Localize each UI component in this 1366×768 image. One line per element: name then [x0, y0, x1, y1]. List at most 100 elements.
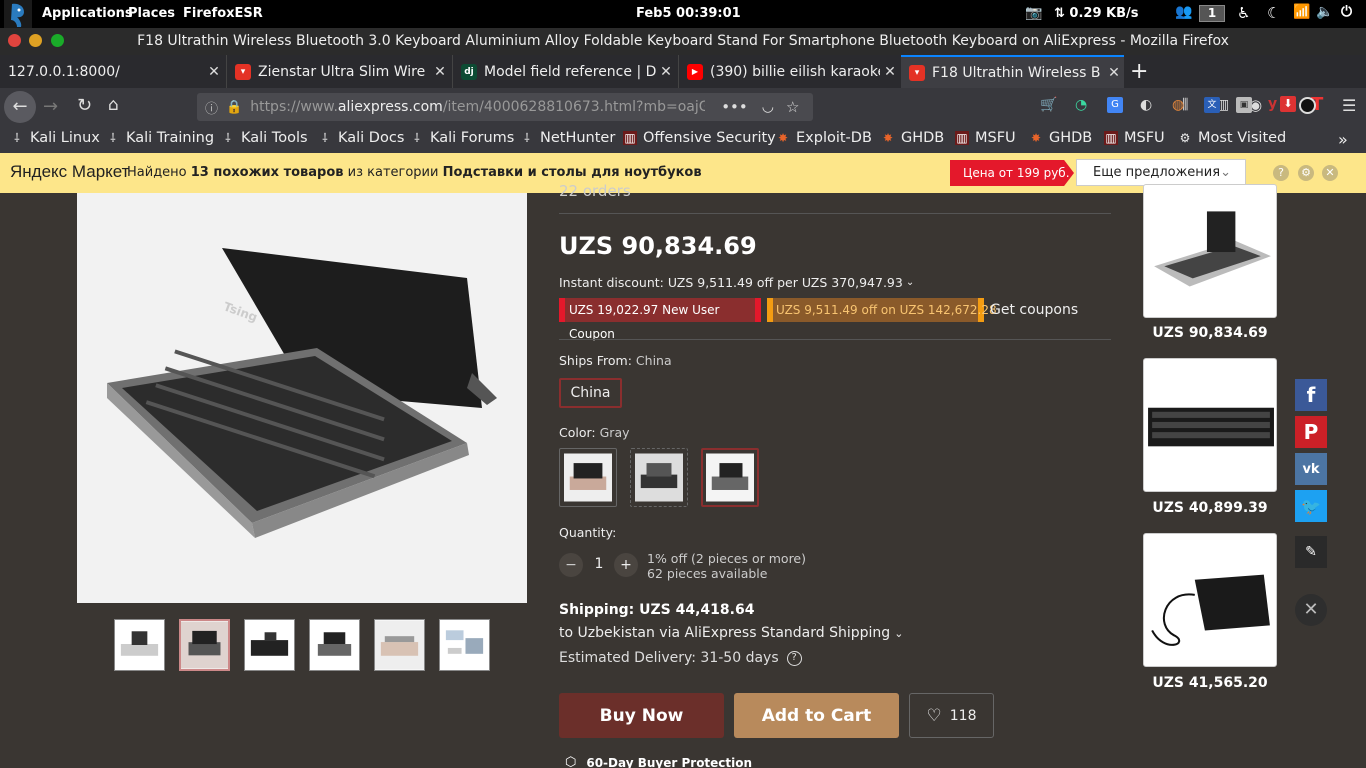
- page-actions-icon[interactable]: •••: [721, 98, 748, 116]
- translate-extension-icon[interactable]: G: [1107, 97, 1123, 113]
- product-thumbnail-5[interactable]: [374, 619, 425, 671]
- accessibility-icon[interactable]: ♿: [1237, 4, 1250, 22]
- product-thumbnail-4[interactable]: [309, 619, 360, 671]
- bookmark-star-icon[interactable]: ☆: [786, 98, 799, 116]
- bookmark-most-visited[interactable]: ⚙ Most Visited: [1178, 130, 1287, 146]
- related-product-1-image[interactable]: [1143, 184, 1277, 318]
- menu-icon[interactable]: ☰: [1342, 96, 1356, 115]
- maximize-window-button[interactable]: [51, 34, 64, 47]
- url-text[interactable]: https://www.aliexpress.com/item/40006288…: [250, 99, 705, 115]
- settings-icon[interactable]: ⚙: [1298, 165, 1314, 181]
- globe-extension-icon[interactable]: ◍: [1172, 97, 1184, 113]
- product-thumbnail-2[interactable]: [179, 619, 230, 671]
- power-icon[interactable]: ⏻: [1341, 4, 1352, 20]
- color-option-rose[interactable]: [559, 448, 617, 507]
- clock[interactable]: Feb5 00:39:01: [636, 6, 741, 21]
- twitter-icon[interactable]: 🐦: [1295, 490, 1327, 522]
- workspace-indicator[interactable]: 1: [1199, 5, 1225, 22]
- url-bar[interactable]: ⓘ 🔒 https://www.aliexpress.com/item/4000…: [197, 93, 813, 121]
- close-tab-icon[interactable]: ✕: [430, 64, 450, 80]
- bookmark-ghdb[interactable]: ✸ GHDB: [881, 130, 944, 146]
- more-offers-dropdown[interactable]: Еще предложения ⌄: [1076, 159, 1246, 186]
- cart-extension-icon[interactable]: 🛒: [1040, 97, 1057, 113]
- camera-icon[interactable]: 📷: [1025, 5, 1042, 21]
- close-tab-icon[interactable]: ✕: [1104, 65, 1124, 81]
- circle-extension-icon[interactable]: ◐: [1140, 97, 1152, 113]
- reload-button[interactable]: ↻: [77, 95, 92, 116]
- close-tab-icon[interactable]: ✕: [204, 64, 224, 80]
- new-user-coupon[interactable]: UZS 19,022.97 New User Coupon: [559, 298, 761, 341]
- tab-django-docs[interactable]: dj Model field reference | D ✕: [452, 55, 676, 88]
- wishlist-button[interactable]: ♡ 118: [909, 693, 994, 738]
- tab-aliexpress-active[interactable]: ▾ F18 Ultrathin Wireless B ✕: [901, 55, 1124, 88]
- add-to-cart-button[interactable]: Add to Cart: [734, 693, 899, 738]
- home-button[interactable]: ⌂: [108, 95, 119, 115]
- bookmarks-overflow-icon[interactable]: »: [1338, 130, 1348, 149]
- product-thumbnail-1[interactable]: [114, 619, 165, 671]
- applications-menu[interactable]: Applications: [42, 6, 133, 21]
- bookmark-kali-linux[interactable]: ⸸ Kali Linux: [10, 130, 100, 146]
- quantity-increase-button[interactable]: +: [614, 553, 638, 577]
- bookmark-kali-tools[interactable]: ⸸ Kali Tools: [221, 130, 307, 146]
- places-menu[interactable]: Places: [128, 6, 175, 21]
- buy-now-button[interactable]: Buy Now: [559, 693, 724, 738]
- bookmark-kali-forums[interactable]: ⸸ Kali Forums: [410, 130, 514, 146]
- quantity-input[interactable]: 1: [585, 556, 613, 572]
- close-tab-icon[interactable]: ✕: [656, 64, 676, 80]
- people-icon[interactable]: 👥: [1175, 4, 1192, 20]
- ships-from-option-china[interactable]: China: [559, 378, 622, 408]
- close-tab-icon[interactable]: ✕: [880, 64, 900, 80]
- firefox-menu[interactable]: FirefoxESR: [183, 6, 263, 21]
- bookmark-msfu-2[interactable]: ▥ MSFU: [1104, 130, 1165, 146]
- help-icon[interactable]: ?: [1273, 165, 1289, 181]
- product-thumbnail-6[interactable]: [439, 619, 490, 671]
- bookmark-offensive-security[interactable]: ▥ Offensive Security: [623, 130, 776, 146]
- product-thumbnail-3[interactable]: [244, 619, 295, 671]
- tab-youtube[interactable]: ▶ (390) billie eilish karaoke ✕: [678, 55, 900, 88]
- image-extension-icon[interactable]: ▣: [1236, 97, 1252, 113]
- instant-discount[interactable]: Instant discount: UZS 9,511.49 off per U…: [559, 275, 914, 290]
- lock-icon[interactable]: 🔒: [226, 100, 242, 115]
- help-icon[interactable]: ?: [786, 650, 802, 666]
- bookmark-nethunter[interactable]: ⸸ NetHunter: [520, 130, 615, 146]
- store-coupon[interactable]: UZS 9,511.49 off on UZS 142,672.28: [767, 298, 997, 322]
- bookmark-ghdb-2[interactable]: ✸ GHDB: [1029, 130, 1092, 146]
- yandex-extension-icon[interactable]: y: [1268, 96, 1277, 112]
- close-window-button[interactable]: [8, 34, 21, 47]
- minimize-window-button[interactable]: [29, 34, 42, 47]
- forward-button[interactable]: →: [43, 96, 58, 117]
- yandex-price-badge[interactable]: Цена от 199 руб.: [950, 160, 1074, 186]
- pocket-icon[interactable]: ◡: [762, 99, 774, 115]
- close-icon[interactable]: ✕: [1322, 165, 1338, 181]
- color-option-gray[interactable]: [701, 448, 759, 507]
- vk-icon[interactable]: vk: [1295, 453, 1327, 485]
- new-tab-button[interactable]: +: [1130, 59, 1148, 84]
- product-main-image[interactable]: Tsing: [77, 193, 527, 603]
- quantity-decrease-button[interactable]: −: [559, 553, 583, 577]
- facebook-icon[interactable]: f: [1295, 379, 1327, 411]
- wifi-icon[interactable]: 📶: [1293, 4, 1310, 20]
- speed-extension-icon[interactable]: ◔: [1075, 97, 1087, 113]
- night-mode-icon[interactable]: ☾: [1267, 4, 1280, 22]
- related-product-2-image[interactable]: [1143, 358, 1277, 492]
- shipping-method[interactable]: to Uzbekistan via AliExpress Standard Sh…: [559, 625, 903, 641]
- bookmark-msfu[interactable]: ▥ MSFU: [955, 130, 1016, 146]
- info-icon[interactable]: ⓘ: [205, 98, 218, 117]
- pinterest-icon[interactable]: P: [1295, 416, 1327, 448]
- tab-localhost[interactable]: 127.0.0.1:8000/ ✕: [0, 55, 224, 88]
- related-product-3-image[interactable]: [1143, 533, 1277, 667]
- dark-mode-extension-icon[interactable]: [1299, 97, 1316, 114]
- download-extension-icon[interactable]: ⬇: [1280, 96, 1296, 112]
- tab-zienstar[interactable]: ▾ Zienstar Ultra Slim Wire ✕: [226, 55, 450, 88]
- bookmark-kali-training[interactable]: ⸸ Kali Training: [106, 130, 214, 146]
- edit-icon[interactable]: ✎: [1295, 536, 1327, 568]
- bookmark-kali-docs[interactable]: ⸸ Kali Docs: [318, 130, 404, 146]
- volume-icon[interactable]: 🔈: [1316, 4, 1333, 20]
- close-share-icon[interactable]: ✕: [1295, 594, 1327, 626]
- color-option-black[interactable]: [630, 448, 688, 507]
- get-coupons-link[interactable]: Get coupons: [990, 302, 1078, 318]
- bookmark-exploit-db[interactable]: ✸ Exploit-DB: [776, 130, 872, 146]
- kali-menu-icon[interactable]: [4, 0, 32, 28]
- back-button[interactable]: ←: [4, 91, 36, 123]
- translator-extension-icon[interactable]: 文: [1204, 97, 1220, 113]
